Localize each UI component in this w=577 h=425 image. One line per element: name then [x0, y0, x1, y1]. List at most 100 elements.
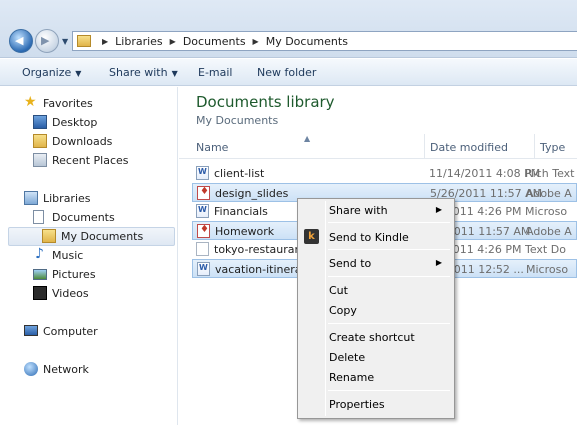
command-bar: Organize ▼ Share with ▼ E-mail New folder	[0, 59, 577, 86]
nav-item-label: Music	[52, 249, 84, 262]
back-button[interactable]: ◀	[9, 29, 33, 53]
share-with-button[interactable]: Share with ▼	[109, 66, 178, 79]
new-folder-button[interactable]: New folder	[257, 66, 316, 79]
chevron-down-icon: ▼	[75, 69, 82, 78]
nav-item-my-documents[interactable]: My Documents	[0, 227, 170, 246]
network-icon	[24, 362, 38, 376]
menu-item-delete[interactable]: Delete	[300, 347, 452, 367]
submenu-arrow-icon: ▶	[435, 205, 442, 214]
menu-item-label: Send to	[329, 257, 372, 270]
nav-item-downloads[interactable]: Downloads	[0, 132, 170, 151]
nav-item-label: Recent Places	[52, 154, 129, 167]
organize-label: Organize	[22, 66, 72, 79]
nav-item-label: Computer	[43, 325, 98, 338]
menu-separator	[328, 222, 450, 223]
share-with-label: Share with	[109, 66, 168, 79]
nav-item-label: Videos	[52, 287, 89, 300]
breadcrumb-separator-icon[interactable]: ▶	[170, 37, 176, 46]
menu-item-properties[interactable]: Properties	[300, 394, 452, 414]
menu-item-label: Properties	[329, 398, 385, 411]
nav-item-recent-places[interactable]: Recent Places	[0, 151, 170, 170]
breadcrumb: ▶ Libraries ▶ Documents ▶ My Documents	[95, 35, 348, 48]
organize-button[interactable]: Organize ▼	[22, 66, 81, 79]
nav-item-label: Pictures	[52, 268, 96, 281]
kindle-icon: k	[304, 229, 319, 244]
breadcrumb-my-documents[interactable]: My Documents	[266, 35, 348, 48]
context-menu: Share with ▶ k Send to Kindle Send to ▶ …	[297, 198, 455, 419]
word-doc-icon	[196, 204, 209, 218]
nav-item-music[interactable]: ♪ Music	[0, 246, 170, 265]
menu-item-label: Rename	[329, 371, 375, 384]
library-title: Documents library	[196, 93, 335, 111]
menu-separator	[328, 249, 450, 250]
column-divider[interactable]	[534, 134, 535, 159]
star-icon: ★	[24, 94, 37, 110]
nav-item-videos[interactable]: Videos	[0, 284, 170, 303]
library-subtitle: My Documents	[196, 114, 279, 127]
breadcrumb-documents[interactable]: Documents	[183, 35, 246, 48]
nav-item-computer[interactable]: Computer	[0, 322, 170, 341]
file-type: Rich Text	[525, 167, 575, 180]
email-button[interactable]: E-mail	[198, 66, 233, 79]
breadcrumb-separator-icon[interactable]: ▶	[102, 37, 108, 46]
sort-ascending-icon: ▲	[304, 134, 311, 143]
videos-icon	[33, 286, 47, 300]
downloads-folder-icon	[33, 134, 47, 148]
folder-icon	[77, 35, 91, 47]
file-name: Homework	[215, 225, 275, 238]
menu-item-create-shortcut[interactable]: Create shortcut	[300, 327, 452, 347]
file-name: Financials	[214, 205, 268, 218]
pictures-icon	[33, 269, 47, 280]
nav-item-libraries[interactable]: Libraries	[0, 189, 170, 208]
recent-places-icon	[33, 153, 47, 167]
nav-item-documents[interactable]: Documents	[0, 208, 170, 227]
file-type: Text Do	[525, 243, 566, 256]
column-type[interactable]: Type	[540, 141, 565, 154]
file-row-client-list[interactable]: client-list 11/14/2011 4:08 PM Rich Text	[192, 164, 577, 183]
computer-icon	[24, 325, 38, 336]
file-type: Microso	[525, 205, 568, 218]
menu-item-cut[interactable]: Cut	[300, 280, 452, 300]
address-box[interactable]: ▶ Libraries ▶ Documents ▶ My Documents	[72, 31, 577, 51]
file-date: 11/14/2011 4:08 PM	[429, 167, 541, 180]
menu-item-copy[interactable]: Copy	[300, 300, 452, 320]
nav-item-favorites[interactable]: ★ Favorites	[0, 94, 170, 113]
column-name[interactable]: Name	[196, 141, 228, 154]
menu-item-label: Delete	[329, 351, 366, 364]
menu-item-send-to[interactable]: Send to ▶	[300, 253, 452, 273]
word-doc-icon	[197, 262, 210, 276]
nav-item-label: Documents	[52, 211, 115, 224]
forward-button[interactable]: ▶	[35, 29, 59, 53]
breadcrumb-separator-icon[interactable]: ▶	[253, 37, 259, 46]
chevron-down-icon: ▼	[171, 69, 178, 78]
menu-item-share-with[interactable]: Share with ▶	[300, 200, 452, 220]
recent-pages-dropdown-icon[interactable]: ▼	[62, 37, 68, 46]
word-doc-icon	[196, 166, 209, 180]
file-type: Microso	[526, 263, 569, 276]
menu-item-label: Share with	[329, 204, 388, 217]
breadcrumb-libraries[interactable]: Libraries	[115, 35, 163, 48]
nav-item-label: Network	[43, 363, 89, 376]
menu-item-rename[interactable]: Rename	[300, 367, 452, 387]
column-header: ▲ Name Date modified Type	[179, 134, 577, 159]
menu-item-label: Copy	[329, 304, 357, 317]
menu-item-label: Create shortcut	[329, 331, 415, 344]
menu-item-label: Cut	[329, 284, 348, 297]
nav-item-label: Desktop	[52, 116, 98, 129]
menu-item-label: Send to Kindle	[329, 231, 409, 244]
pdf-icon	[197, 224, 210, 238]
nav-item-pictures[interactable]: Pictures	[0, 265, 170, 284]
back-arrow-icon: ◀	[15, 34, 24, 47]
address-bar-area: ◀ ▶ ▼ ▶ Libraries ▶ Documents ▶ My Documents	[0, 0, 577, 58]
navigation-pane: ★ Favorites Desktop Downloads Recent Pla…	[0, 87, 178, 425]
nav-item-desktop[interactable]: Desktop	[0, 113, 170, 132]
column-divider[interactable]	[424, 134, 425, 159]
text-doc-icon	[196, 242, 209, 256]
submenu-arrow-icon: ▶	[435, 258, 442, 267]
forward-arrow-icon: ▶	[41, 34, 50, 47]
column-date-modified[interactable]: Date modified	[430, 141, 508, 154]
file-type: Adobe A	[526, 187, 572, 200]
menu-item-send-to-kindle[interactable]: k Send to Kindle	[300, 227, 452, 247]
menu-separator	[328, 390, 450, 391]
nav-item-network[interactable]: Network	[0, 360, 170, 379]
